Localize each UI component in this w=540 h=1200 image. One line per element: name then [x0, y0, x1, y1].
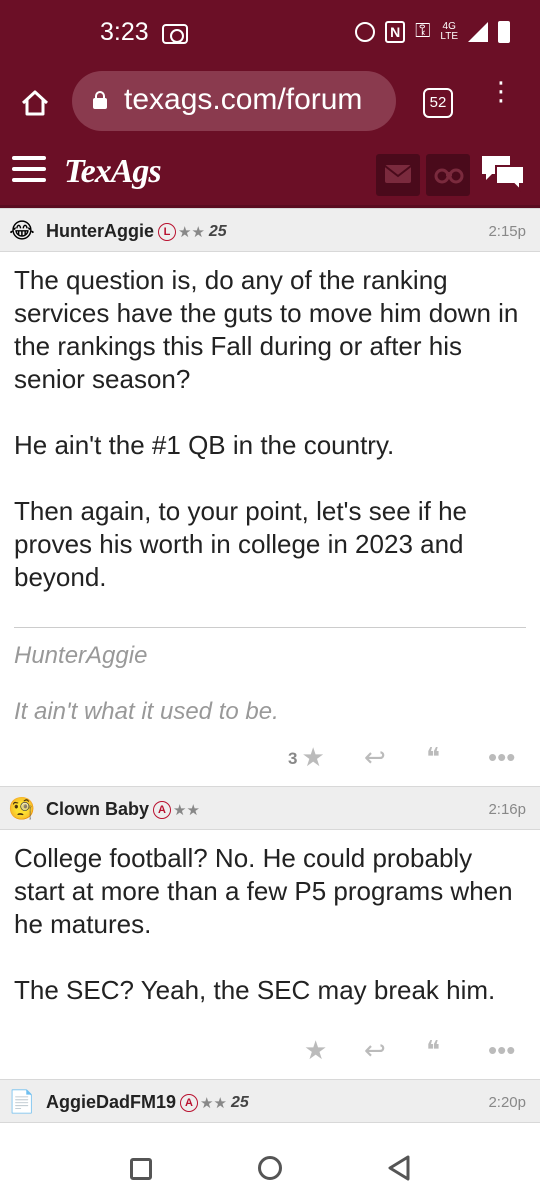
screen-record-icon: [162, 24, 188, 44]
post-paragraph: He ain't the #1 QB in the country.: [14, 430, 395, 460]
post-paragraph: The question is, do any of the ranking s…: [14, 265, 519, 394]
network-type-icon: 4G LTE: [440, 20, 458, 42]
quote-icon[interactable]: ❝: [426, 742, 440, 773]
forum-post: 🧐 Clown Baby A ★★ 2:16p College football? …: [0, 786, 540, 1079]
alarm-icon: [355, 21, 376, 42]
home-icon: [21, 90, 49, 116]
years-badge: 25: [230, 1094, 249, 1112]
chat-bubbles-icon: [482, 156, 525, 193]
user-badge: L: [158, 223, 176, 242]
nfc-icon: N: [385, 20, 406, 43]
home-button[interactable]: [258, 1156, 282, 1180]
rank-stars: ★★: [200, 1095, 227, 1113]
post-paragraph: The SEC? Yeah, the SEC may break him.: [14, 975, 496, 1005]
signal-icon: [468, 21, 488, 42]
signature-line: It ain't what it used to be.: [14, 698, 279, 725]
lock-icon: [93, 91, 107, 109]
post-time: 2:20p: [488, 1094, 526, 1111]
post-actions: ★ ↩ ❝ •••: [0, 1019, 540, 1079]
username[interactable]: HunterAggie: [46, 221, 154, 241]
clock: 3:23: [100, 18, 149, 46]
post-body: The question is, do any of the ranking s…: [0, 252, 540, 594]
reply-icon[interactable]: ↩: [364, 742, 386, 773]
post-paragraph: Then again, to your point, let's see if …: [14, 496, 468, 592]
signature-line: HunterAggie: [14, 642, 148, 669]
address-bar[interactable]: texags.com/forum: [72, 71, 396, 131]
quote-icon[interactable]: ❝: [426, 1035, 440, 1066]
username[interactable]: Clown Baby: [46, 799, 149, 819]
laughing-face-icon[interactable]: 😂: [8, 217, 36, 245]
thread-content: 😂 HunterAggie L ★★ 25 2:15p The question is…: [0, 208, 540, 1140]
vpn-key-icon: ⚿: [415, 20, 431, 42]
watched-threads-button[interactable]: [426, 154, 470, 196]
post-author[interactable]: Clown Baby A ★★: [46, 799, 200, 820]
forum-post: 📄 AggieDadFM19 A ★★ 25 2:20p: [0, 1079, 540, 1123]
post-header: 😂 HunterAggie L ★★ 25 2:15p: [0, 208, 540, 252]
post-paragraph: College football? No. He could probably …: [14, 843, 513, 939]
mail-icon: [384, 165, 412, 183]
site-logo[interactable]: TexAgs: [64, 153, 162, 191]
more-icon[interactable]: •••: [488, 1035, 515, 1066]
forum-post: 😂 HunterAggie L ★★ 25 2:15p The question is…: [0, 208, 540, 786]
post-author[interactable]: AggieDadFM19 A ★★ 25: [46, 1092, 249, 1113]
binoculars-icon: [434, 168, 464, 184]
battery-icon: [498, 20, 510, 43]
post-author[interactable]: HunterAggie L ★★ 25: [46, 221, 227, 242]
post-time: 2:16p: [488, 801, 526, 818]
user-badge: A: [153, 801, 172, 820]
post-actions: 3 ★ ↩ ❝ •••: [0, 726, 540, 786]
reply-icon[interactable]: ↩: [364, 1035, 386, 1066]
chat-button[interactable]: [480, 152, 526, 193]
more-icon[interactable]: •••: [488, 742, 515, 773]
system-nav-bar: [0, 1140, 540, 1200]
browser-home-button[interactable]: [20, 88, 50, 118]
post-header: 🧐 Clown Baby A ★★ 2:16p: [0, 786, 540, 830]
status-bar: 3:23 N ⚿ 4G LTE: [0, 0, 540, 68]
messages-button[interactable]: [376, 154, 420, 196]
back-icon[interactable]: [386, 1154, 412, 1182]
site-header: TexAgs: [0, 138, 540, 208]
years-badge: 25: [208, 223, 227, 241]
post-header: 📄 AggieDadFM19 A ★★ 25 2:20p: [0, 1079, 540, 1123]
browser-menu-button[interactable]: ⋮: [488, 78, 514, 120]
status-icons: N ⚿ 4G LTE: [355, 20, 510, 43]
tab-switcher-button[interactable]: 52: [423, 88, 453, 118]
url-text: texags.com/forum: [124, 83, 363, 116]
star-button[interactable]: 3 ★: [288, 742, 325, 773]
recents-button[interactable]: [130, 1158, 152, 1180]
monocle-face-icon[interactable]: 🧐: [8, 795, 36, 823]
document-icon[interactable]: 📄: [8, 1088, 36, 1116]
username[interactable]: AggieDadFM19: [46, 1092, 176, 1112]
user-badge: A: [180, 1094, 199, 1113]
star-icon: ★: [301, 742, 325, 772]
post-body: College football? No. He could probably …: [0, 830, 540, 1007]
browser-toolbar: texags.com/forum 52 ⋮: [0, 68, 540, 138]
rank-stars: ★★: [173, 802, 200, 820]
star-icon[interactable]: ★: [304, 1035, 327, 1066]
star-count: 3: [288, 749, 298, 769]
post-time: 2:15p: [488, 223, 526, 240]
rank-stars: ★★: [178, 224, 205, 242]
hamburger-menu-icon[interactable]: [12, 156, 46, 184]
